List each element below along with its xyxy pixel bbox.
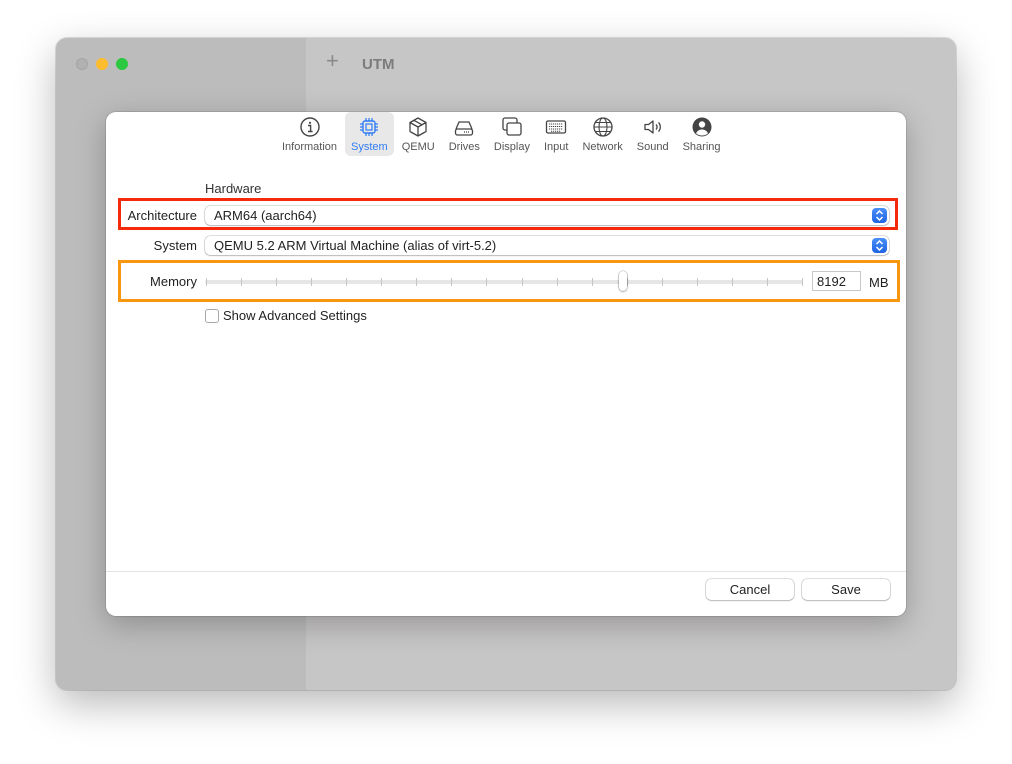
zoom-window-button[interactable] [116,58,128,70]
tab-information[interactable]: Information [276,112,343,156]
minimize-window-button[interactable] [96,58,108,70]
hardware-section-header: Hardware [205,181,262,196]
tab-input[interactable]: Input [538,112,574,156]
system-value: QEMU 5.2 ARM Virtual Machine (alias of v… [214,238,497,253]
tab-sound[interactable]: Sound [631,112,675,156]
show-advanced-label: Show Advanced Settings [223,308,367,323]
cancel-button[interactable]: Cancel [706,579,794,600]
globe-icon [592,117,613,137]
save-button[interactable]: Save [802,579,890,600]
person-icon [692,117,712,137]
footer-divider [106,571,906,572]
tab-system-label: System [351,141,388,153]
tab-display-label: Display [493,141,530,153]
tab-network[interactable]: Network [576,112,628,156]
tab-sharing[interactable]: Sharing [677,112,727,156]
cube-icon [409,117,427,137]
show-advanced-checkbox[interactable] [205,309,219,323]
window-title: UTM [362,56,395,73]
drive-icon [455,121,474,136]
architecture-highlight [118,198,898,230]
info-icon [299,117,320,137]
vm-settings-dialog: Information System QEMU Drives Display I… [106,112,906,616]
tab-qemu[interactable]: QEMU [396,112,441,156]
add-vm-button[interactable]: + [326,50,339,72]
system-select[interactable]: QEMU 5.2 ARM Virtual Machine (alias of v… [205,236,889,255]
tab-sound-label: Sound [636,141,669,153]
close-window-button[interactable] [76,58,88,70]
system-label: System [153,238,197,253]
tab-input-label: Input [543,141,569,153]
tab-network-label: Network [582,141,623,153]
tab-sharing-label: Sharing [682,141,721,153]
speaker-icon [644,120,661,134]
tab-system[interactable]: System [345,112,394,156]
tab-drives-label: Drives [448,141,480,153]
tab-drives[interactable]: Drives [443,112,486,156]
tab-qemu-label: QEMU [401,141,435,153]
settings-toolbar: Information System QEMU Drives Display I… [276,112,729,160]
cpu-icon [360,118,379,136]
tab-information-label: Information [282,141,338,153]
memory-highlight [118,260,900,302]
keyboard-icon [546,120,567,134]
tab-display[interactable]: Display [488,112,536,156]
display-icon [502,117,522,136]
chevron-updown-icon [872,238,887,253]
